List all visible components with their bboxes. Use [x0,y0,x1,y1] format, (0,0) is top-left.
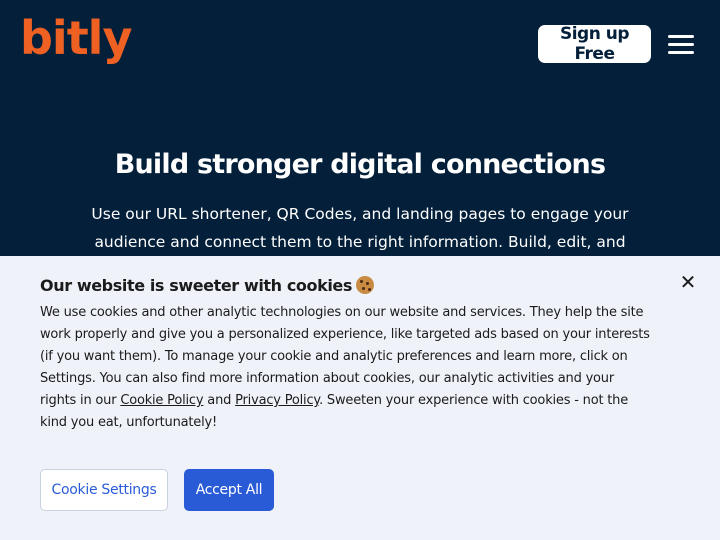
cookie-settings-button[interactable]: Cookie Settings [40,469,168,511]
close-icon[interactable]: ✕ [676,270,700,294]
bitly-logo[interactable]: bitly [20,10,132,66]
cookie-text-and: and [203,393,236,408]
cookie-title-text: Our website is sweeter with cookies [40,276,353,295]
cookie-banner: Our website is sweeter with cookies ✕ We… [0,256,720,540]
accept-all-button[interactable]: Accept All [184,469,274,511]
cookie-icon [356,276,375,294]
cookie-banner-title: Our website is sweeter with cookies [40,274,375,298]
menu-bar [668,43,694,46]
privacy-policy-link[interactable]: Privacy Policy [235,393,319,408]
menu-bar [668,35,694,38]
cookie-policy-link[interactable]: Cookie Policy [120,393,203,408]
hero-title: Build stronger digital connections [114,149,606,180]
hamburger-menu-icon[interactable] [668,33,696,57]
site-header: bitly Sign up Free [0,0,720,90]
sign-up-free-button[interactable]: Sign up Free [538,24,651,64]
cookie-banner-text: We use cookies and other analytic techno… [40,302,650,434]
menu-bar [668,51,694,54]
hero-description: Use our URL shortener, QR Codes, and lan… [91,205,629,251]
